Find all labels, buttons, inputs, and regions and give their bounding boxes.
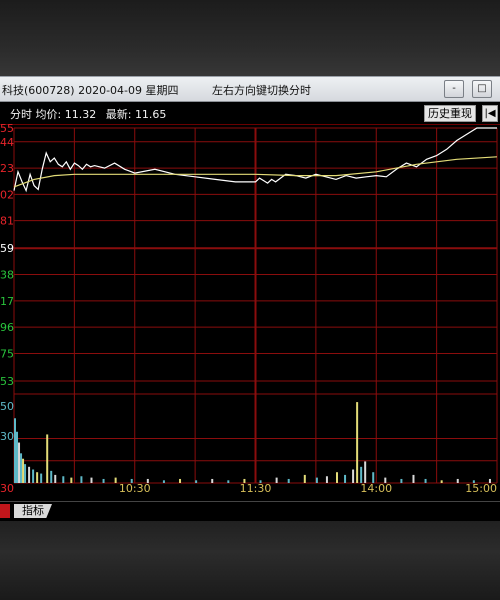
- volume-bar: [54, 474, 57, 483]
- last-value: 11.65: [134, 108, 167, 121]
- tab-main[interactable]: [0, 504, 10, 518]
- back-to-start-icon[interactable]: |◀: [482, 105, 498, 122]
- mode-label: 分时: [10, 108, 32, 121]
- volume-bar: [440, 480, 443, 483]
- y-tick-label: 81: [0, 215, 14, 228]
- volume-bar: [315, 477, 318, 483]
- volume-bar: [400, 478, 403, 483]
- volume-bar: [114, 477, 117, 483]
- volume-bar: [287, 478, 290, 483]
- maximize-button[interactable]: □: [472, 80, 492, 98]
- info-toolbar: 分时 均价: 11.32 最新: 11.65 历史重现 |◀: [0, 102, 500, 125]
- x-tick-label: 11:30: [240, 482, 272, 494]
- volume-bar: [22, 458, 25, 483]
- y-tick-label: 17: [0, 295, 14, 308]
- volume-bar: [46, 434, 49, 483]
- y-tick-label: 02: [0, 188, 14, 201]
- navigation-hint: 左右方向键切换分时: [212, 84, 311, 97]
- volume-bar: [14, 418, 16, 483]
- stock-chart-window: 科技(600728) 2020-04-09 星期四 左右方向键切换分时 - □ …: [0, 76, 500, 521]
- volume-bar: [356, 402, 359, 483]
- volume-bar: [360, 466, 363, 483]
- y-tick-label: 53: [0, 375, 14, 388]
- volume-bar: [275, 477, 278, 483]
- chart-svg: 5544 23 02 81 59 38 17 96 75 53 50 30 30 10:30 11:30 14…: [0, 122, 498, 495]
- volume-bar: [364, 461, 367, 483]
- volume-bar: [456, 478, 459, 483]
- volume-bar: [179, 478, 182, 483]
- volume-bar: [70, 477, 73, 483]
- volume-bar: [344, 474, 347, 483]
- volume-bar: [32, 469, 35, 483]
- volume-bar: [90, 477, 93, 483]
- intraday-chart: 55 44 23 02 81 59 38 17 96 75 53 50 30 30 10:30 11:30 14…: [0, 122, 500, 495]
- volume-tick-label: 30: [0, 430, 14, 443]
- history-replay-button[interactable]: 历史重现: [424, 105, 476, 122]
- y-tick-label: 96: [0, 321, 14, 334]
- volume-bar: [195, 480, 198, 483]
- y-tick-label: 44: [0, 136, 14, 149]
- y-tick-label: 38: [0, 269, 14, 282]
- volume-bar: [28, 466, 31, 483]
- y-tick-label: 55: [0, 124, 14, 135]
- volume-bar: [424, 478, 427, 483]
- volume-bar: [36, 472, 39, 483]
- x-tick-label: 10:30: [119, 482, 151, 494]
- volume-tick-label: 50: [0, 400, 14, 413]
- price-info: 分时 均价: 11.32 最新: 11.65: [10, 106, 166, 122]
- y-tick-label: 75: [0, 347, 14, 360]
- volume-bar: [18, 442, 21, 483]
- volume-bar: [62, 476, 65, 483]
- background-blur: [0, 520, 500, 600]
- minimize-button[interactable]: -: [444, 80, 464, 98]
- window-title: 科技(600728) 2020-04-09 星期四: [2, 84, 179, 97]
- avg-value: 11.32: [64, 108, 97, 121]
- volume-bar: [412, 474, 415, 483]
- y-tick-label: 23: [0, 162, 14, 175]
- volume-bar: [162, 480, 165, 483]
- volume-bar: [16, 431, 19, 483]
- volume-bar: [303, 474, 306, 483]
- volume-bar: [352, 469, 355, 483]
- x-tick-label: 15:00: [465, 482, 497, 494]
- tab-indicators[interactable]: 指标: [14, 504, 52, 518]
- last-label: 最新:: [105, 108, 132, 121]
- volume-bar: [20, 453, 23, 483]
- volume-bar: [227, 480, 230, 483]
- volume-bar: [50, 470, 53, 483]
- volume-bar: [80, 476, 83, 483]
- volume-bar: [102, 478, 105, 483]
- x-tick-label: 14:00: [360, 482, 392, 494]
- title-bar: 科技(600728) 2020-04-09 星期四 左右方向键切换分时 - □: [0, 77, 500, 102]
- avg-label: 均价:: [35, 108, 62, 121]
- bottom-tabs: 指标: [0, 501, 500, 520]
- y-tick-label: 59: [0, 242, 14, 255]
- volume-bar: [336, 472, 338, 483]
- volume-bar: [24, 464, 27, 483]
- volume-bar: [40, 473, 43, 483]
- volume-bar: [325, 476, 328, 483]
- x-tick-label: 30: [0, 482, 14, 494]
- volume-bar: [211, 478, 214, 483]
